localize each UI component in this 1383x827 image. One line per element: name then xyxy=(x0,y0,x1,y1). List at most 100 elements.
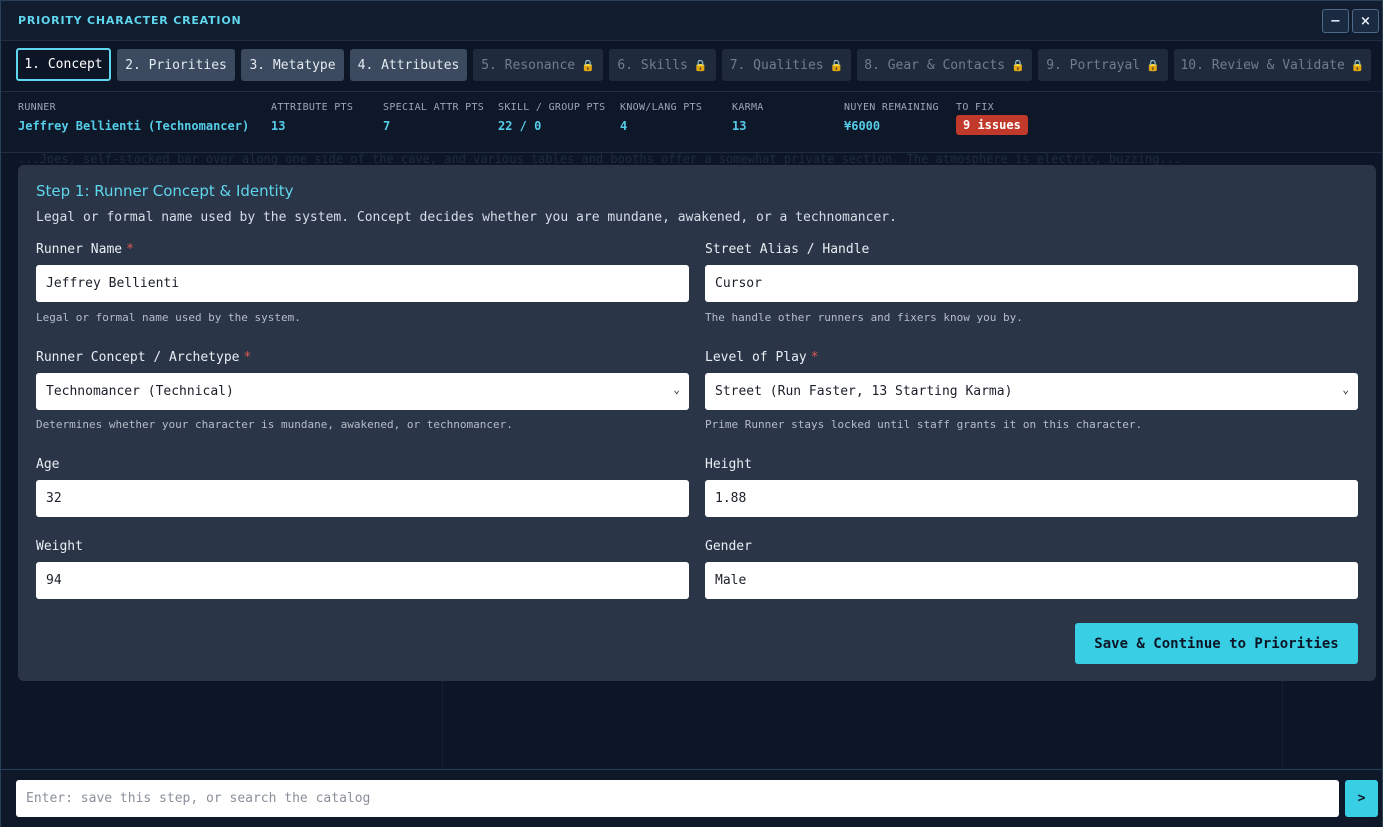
height-field: Height 1.88 xyxy=(705,457,1358,517)
street-alias-field: Street Alias / Handle Cursor The handle … xyxy=(705,242,1358,324)
window-title: PRIORITY CHARACTER CREATION xyxy=(18,14,242,27)
field-label: Level of Play * xyxy=(705,350,819,365)
title-bar: PRIORITY CHARACTER CREATION − × xyxy=(1,1,1382,41)
stat-label: NUYEN REMAINING xyxy=(844,102,939,113)
street-alias-input[interactable]: Cursor xyxy=(705,265,1358,302)
lock-icon: 🔒 xyxy=(581,58,595,72)
stat-skill-group-pts: SKILL / GROUP PTS 22 / 0 xyxy=(498,102,605,133)
field-hint: The handle other runners and fixers know… xyxy=(705,311,1023,324)
tab-label: 6. Skills xyxy=(617,57,688,73)
weight-input[interactable]: 94 xyxy=(36,562,689,599)
tab-label: 3. Metatype xyxy=(249,57,336,73)
grid-divider xyxy=(1282,681,1283,769)
select-value: Technomancer (Technical) xyxy=(46,384,234,399)
submit-command-button[interactable]: > xyxy=(1345,780,1378,817)
runner-name-input[interactable]: Jeffrey Bellienti xyxy=(36,265,689,302)
stat-value: 13 xyxy=(732,119,747,133)
required-marker: * xyxy=(243,350,252,365)
issues-badge[interactable]: 9 issues xyxy=(956,115,1028,135)
field-hint: Determines whether your character is mun… xyxy=(36,418,513,431)
field-label: Height xyxy=(705,457,752,472)
lock-icon: 🔒 xyxy=(693,58,708,72)
tab-label: 10. Review & Validate xyxy=(1180,57,1345,73)
concept-select[interactable]: Technomancer (Technical) ⌄ xyxy=(36,373,689,410)
tab-qualities[interactable]: 7. Qualities 🔒 xyxy=(722,49,851,81)
level-of-play-select[interactable]: Street (Run Faster, 13 Starting Karma) ⌄ xyxy=(705,373,1358,410)
age-input[interactable]: 32 xyxy=(36,480,689,517)
gender-field: Gender Male xyxy=(705,539,1358,599)
step-title: Step 1: Runner Concept & Identity xyxy=(36,182,294,200)
stats-bar: RUNNER Jeffrey Bellienti (Technomancer) … xyxy=(1,91,1382,153)
stat-label: KARMA xyxy=(732,102,764,113)
stat-value: 7 xyxy=(383,119,391,133)
field-label: Runner Name * xyxy=(36,242,134,257)
gender-input[interactable]: Male xyxy=(705,562,1358,599)
minimize-button[interactable]: − xyxy=(1322,9,1349,33)
select-value: Street (Run Faster, 13 Starting Karma) xyxy=(715,384,1013,399)
character-creation-window: PRIORITY CHARACTER CREATION − × 1. Conce… xyxy=(0,0,1383,827)
field-label: Runner Concept / Archetype * xyxy=(36,350,252,365)
command-bar: Enter: save this step, or search the cat… xyxy=(1,769,1382,827)
command-input[interactable]: Enter: save this step, or search the cat… xyxy=(16,780,1339,817)
grid-divider xyxy=(442,681,443,769)
field-label: Weight xyxy=(36,539,83,554)
weight-field: Weight 94 xyxy=(36,539,689,599)
tab-portrayal[interactable]: 9. Portrayal 🔒 xyxy=(1038,49,1168,81)
stat-know-lang-pts: KNOW/LANG PTS 4 xyxy=(620,102,702,133)
lock-icon: 🔒 xyxy=(1350,58,1365,72)
tab-label: 1. Concept xyxy=(24,57,103,72)
stat-label: SPECIAL ATTR PTS xyxy=(383,102,485,113)
stat-label: ATTRIBUTE PTS xyxy=(271,102,354,113)
tab-label: 4. Attributes xyxy=(357,57,460,73)
runner-name-field: Runner Name * Jeffrey Bellienti Legal or … xyxy=(36,242,689,324)
background-narrative: ...Joes, self-stocked bar over along one… xyxy=(18,152,1182,166)
lock-icon: 🔒 xyxy=(1146,58,1160,72)
age-field: Age 32 xyxy=(36,457,689,517)
field-hint: Legal or formal name used by the system. xyxy=(36,311,301,324)
tab-label: 9. Portrayal xyxy=(1046,57,1141,73)
tab-label: 7. Qualities xyxy=(729,57,824,73)
height-input[interactable]: 1.88 xyxy=(705,480,1358,517)
stat-value: Jeffrey Bellienti (Technomancer) xyxy=(18,119,250,133)
tab-resonance[interactable]: 5. Resonance 🔒 xyxy=(473,49,603,81)
tab-concept[interactable]: 1. Concept xyxy=(16,48,111,81)
concept-field: Runner Concept / Archetype * Technomancer… xyxy=(36,350,689,431)
chevron-down-icon: ⌄ xyxy=(1342,383,1349,396)
lock-icon: 🔒 xyxy=(829,58,844,72)
stat-label: KNOW/LANG PTS xyxy=(620,102,703,113)
tab-label: 2. Priorities xyxy=(125,57,227,73)
field-label: Age xyxy=(36,457,60,472)
stat-karma: KARMA 13 xyxy=(732,102,764,133)
save-continue-button[interactable]: Save & Continue to Priorities xyxy=(1075,623,1358,664)
stat-value: ¥6000 xyxy=(844,119,881,133)
step-description: Legal or formal name used by the system.… xyxy=(36,210,897,225)
stat-to-fix: TO FIX 9 issues xyxy=(956,102,1028,135)
tab-gear-contacts[interactable]: 8. Gear & Contacts 🔒 xyxy=(857,49,1032,81)
lock-icon: 🔒 xyxy=(1011,58,1025,72)
chevron-down-icon: ⌄ xyxy=(673,383,680,396)
tab-priorities[interactable]: 2. Priorities xyxy=(117,49,235,81)
field-label: Gender xyxy=(705,539,752,554)
tab-label: 8. Gear & Contacts xyxy=(864,57,1006,73)
stat-runner: RUNNER Jeffrey Bellienti (Technomancer) xyxy=(18,102,249,133)
stat-label: TO FIX xyxy=(956,102,994,113)
field-label: Street Alias / Handle xyxy=(705,242,870,257)
stat-value: 22 / 0 xyxy=(498,119,542,133)
tab-label: 5. Resonance xyxy=(481,57,576,73)
stat-attribute-pts: ATTRIBUTE PTS 13 xyxy=(271,102,353,133)
stat-label: RUNNER xyxy=(18,102,56,113)
required-marker: * xyxy=(810,350,819,365)
close-button[interactable]: × xyxy=(1352,9,1379,33)
tab-review-validate[interactable]: 10. Review & Validate 🔒 xyxy=(1174,49,1371,81)
concept-panel: Step 1: Runner Concept & Identity Legal … xyxy=(18,165,1376,681)
stat-label: SKILL / GROUP PTS xyxy=(498,102,606,113)
tab-skills[interactable]: 6. Skills 🔒 xyxy=(609,49,716,81)
field-hint: Prime Runner stays locked until staff gr… xyxy=(705,418,1143,431)
stat-value: 4 xyxy=(620,119,628,133)
required-marker: * xyxy=(126,242,134,257)
tab-metatype[interactable]: 3. Metatype xyxy=(241,49,344,81)
level-of-play-field: Level of Play * Street (Run Faster, 13 St… xyxy=(705,350,1358,431)
tab-attributes[interactable]: 4. Attributes xyxy=(350,49,467,81)
stat-special-attr-pts: SPECIAL ATTR PTS 7 xyxy=(383,102,484,133)
stat-nuyen: NUYEN REMAINING ¥6000 xyxy=(844,102,939,133)
